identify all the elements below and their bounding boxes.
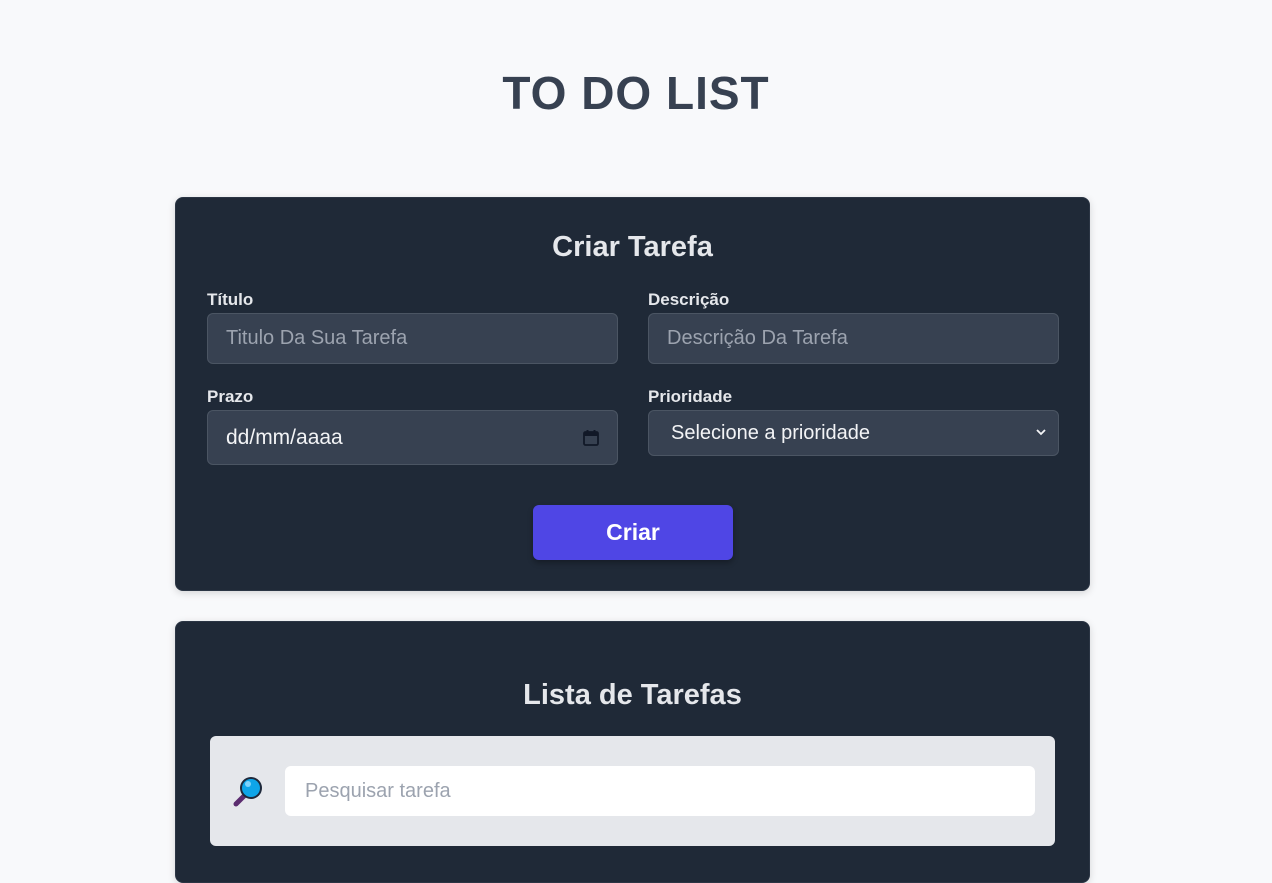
deadline-label: Prazo — [207, 387, 254, 406]
calendar-icon[interactable] — [583, 429, 599, 446]
search-panel — [210, 736, 1055, 846]
title-input[interactable] — [207, 313, 618, 364]
chevron-down-icon — [1034, 422, 1048, 445]
deadline-date-input[interactable]: dd/mm/aaaa — [207, 410, 618, 465]
create-task-button[interactable]: Criar — [533, 505, 733, 560]
search-input[interactable] — [285, 766, 1035, 816]
description-input[interactable] — [648, 313, 1059, 364]
task-list-card: Lista de Tarefas — [175, 621, 1090, 883]
task-list-heading: Lista de Tarefas — [523, 679, 742, 711]
priority-selected-value: Selecione a prioridade — [671, 421, 871, 444]
deadline-date-text: dd/mm/aaaa — [226, 425, 343, 449]
priority-select[interactable]: Selecione a prioridade — [648, 410, 1059, 456]
magnifying-glass-icon — [232, 774, 266, 808]
title-label: Título — [207, 290, 254, 309]
priority-label: Prioridade — [648, 387, 733, 406]
create-task-card: Criar Tarefa Título Descrição Prazo dd/m… — [175, 197, 1090, 591]
create-task-heading: Criar Tarefa — [552, 231, 713, 263]
description-label: Descrição — [648, 290, 730, 309]
page-title: TO DO LIST — [502, 67, 770, 119]
